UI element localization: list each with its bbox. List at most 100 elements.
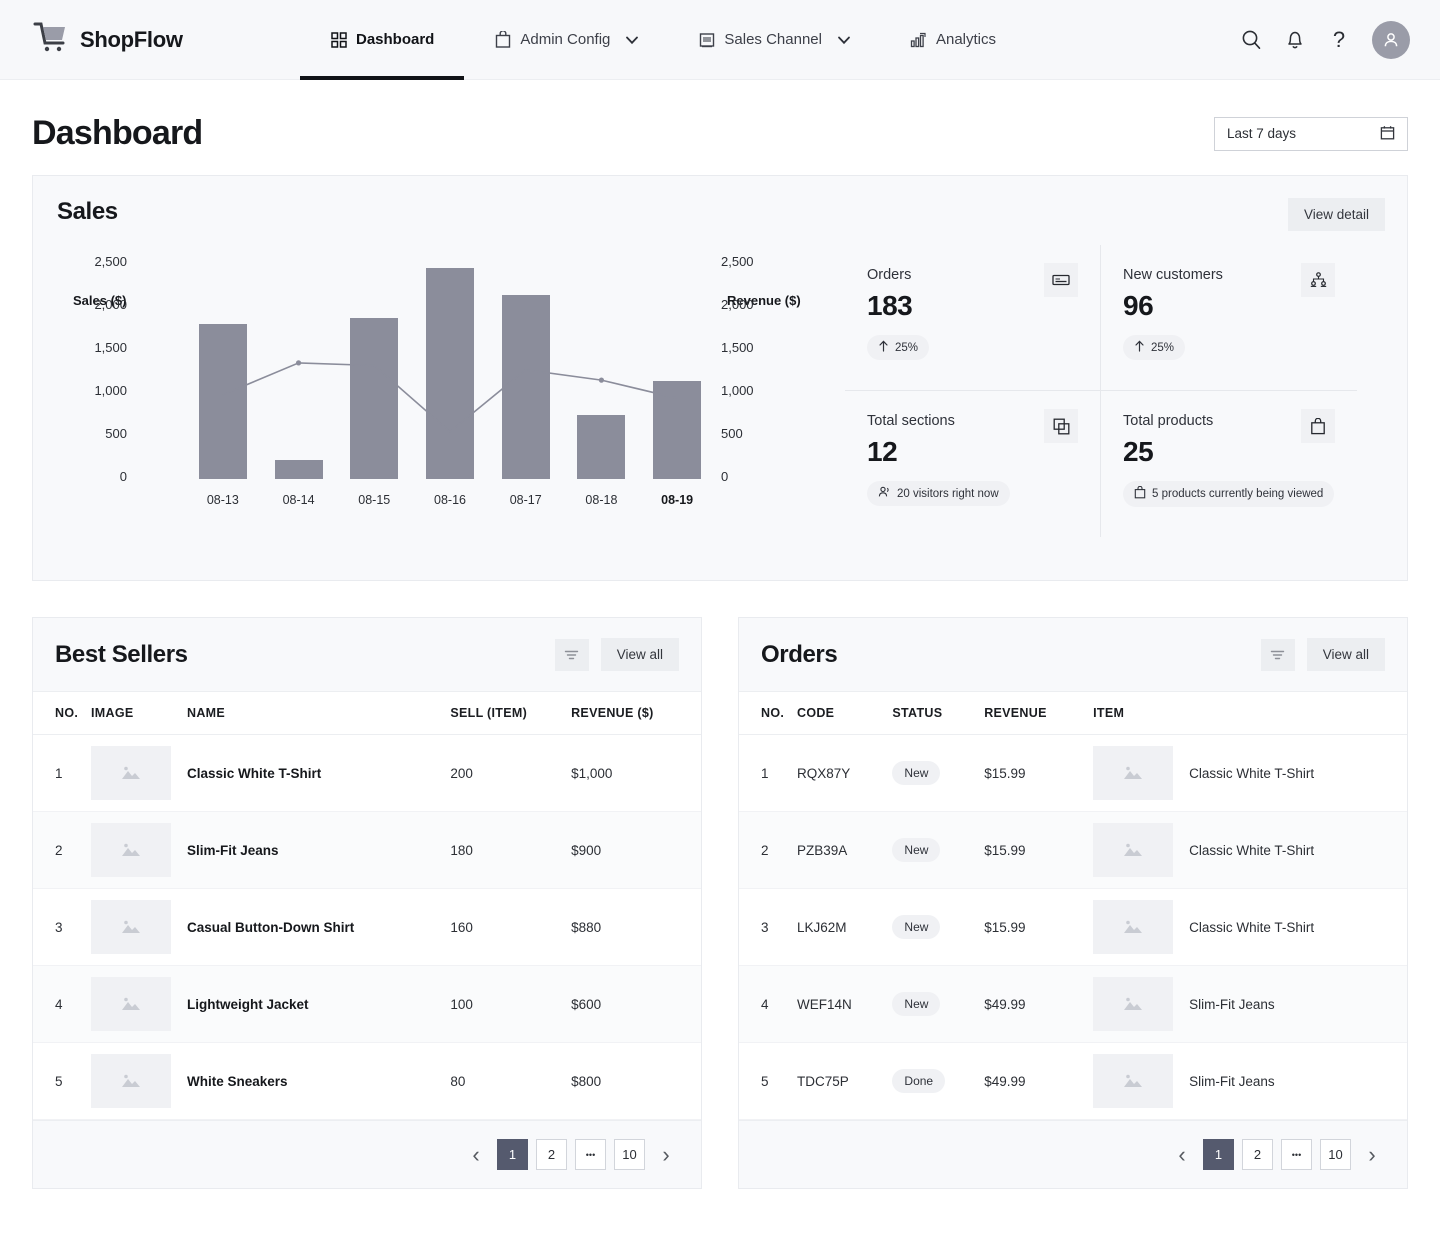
table-row[interactable]: 1 Classic White T-Shirt 200 $1,000 bbox=[33, 734, 701, 812]
column-header: NO. bbox=[739, 691, 797, 735]
nav-item-label: Sales Channel bbox=[724, 31, 822, 48]
cell-name: Slim-Fit Jeans bbox=[187, 811, 451, 889]
cell-image bbox=[91, 965, 187, 1043]
orders-pagination: ‹ 1 2 ••• 10 › bbox=[739, 1120, 1407, 1188]
stat-card-orders[interactable]: Orders 183 25% bbox=[845, 245, 1101, 391]
cell-revenue: $49.99 bbox=[984, 1042, 1094, 1120]
axis-category-label: 08-16 bbox=[434, 493, 466, 507]
axis-tick-label: 2,500 bbox=[94, 254, 127, 269]
cell-revenue: $15.99 bbox=[984, 734, 1094, 812]
status-badge: New bbox=[892, 992, 941, 1016]
pagination-prev-button[interactable]: ‹ bbox=[1169, 1142, 1195, 1168]
axis-tick-label: 1,000 bbox=[94, 383, 127, 398]
table-row[interactable]: 4 Lightweight Jacket 100 $600 bbox=[33, 965, 701, 1043]
cell-sell: 100 bbox=[450, 965, 572, 1043]
cell-sell: 200 bbox=[450, 734, 572, 812]
store-icon bbox=[698, 31, 715, 48]
cell-name: Classic White T-Shirt bbox=[187, 734, 451, 812]
pagination-next-button[interactable]: › bbox=[653, 1142, 679, 1168]
best-sellers-view-all-button[interactable]: View all bbox=[600, 638, 679, 671]
chevron-down-icon[interactable] bbox=[837, 33, 850, 46]
column-header: REVENUE bbox=[984, 691, 1094, 735]
cell-revenue: $880 bbox=[571, 888, 701, 966]
cell-item: Slim-Fit Jeans bbox=[1189, 1042, 1407, 1120]
image-placeholder-icon bbox=[1093, 900, 1174, 954]
filter-icon[interactable] bbox=[1260, 638, 1295, 671]
orders-view-all-button[interactable]: View all bbox=[1306, 638, 1385, 671]
date-range-picker[interactable]: Last 7 days bbox=[1214, 116, 1408, 151]
cell-image bbox=[1093, 734, 1190, 812]
pagination-page-button[interactable]: ••• bbox=[1281, 1139, 1312, 1170]
stat-pill: 20 visitors right now bbox=[867, 481, 1010, 506]
cell-revenue: $15.99 bbox=[984, 888, 1094, 966]
cell-name: White Sneakers bbox=[187, 1042, 451, 1120]
pagination-page-button[interactable]: 2 bbox=[536, 1139, 567, 1170]
status-badge: New bbox=[892, 761, 941, 785]
status-badge: Done bbox=[892, 1069, 946, 1093]
cell-image bbox=[1093, 965, 1190, 1043]
cell-no: 4 bbox=[33, 965, 91, 1043]
main-nav: Dashboard Admin Config Sales Channel Ana… bbox=[300, 0, 1026, 80]
cell-sell: 160 bbox=[450, 888, 572, 966]
image-placeholder-icon bbox=[1093, 977, 1174, 1031]
orders-table: NO. CODE STATUS REVENUE ITEM 1 RQX87Y New $15.9… bbox=[739, 691, 1407, 1120]
cell-no: 5 bbox=[33, 1042, 91, 1120]
view-detail-button[interactable]: View detail bbox=[1287, 198, 1385, 231]
notification-bell-icon[interactable] bbox=[1284, 29, 1306, 51]
chevron-down-icon[interactable] bbox=[625, 33, 639, 46]
axis-tick-label: 1,500 bbox=[721, 340, 754, 355]
table-row[interactable]: 1 RQX87Y New $15.99 Classic White T-Shirt bbox=[739, 734, 1407, 812]
chart-line-marker[interactable] bbox=[295, 360, 302, 366]
cell-revenue: $600 bbox=[571, 965, 701, 1043]
axis-tick-label: 1,000 bbox=[721, 383, 754, 398]
cell-item: Classic White T-Shirt bbox=[1189, 811, 1407, 889]
kpi-stats-grid: Orders 183 25% New customers 96 25% Tota… bbox=[845, 245, 1357, 537]
pagination-page-button[interactable]: ••• bbox=[575, 1139, 606, 1170]
table-row[interactable]: 5 White Sneakers 80 $800 bbox=[33, 1042, 701, 1120]
status-badge: New bbox=[892, 915, 941, 939]
search-icon[interactable] bbox=[1240, 29, 1262, 51]
avatar[interactable] bbox=[1372, 20, 1410, 59]
cell-no: 1 bbox=[739, 734, 797, 812]
image-placeholder-icon bbox=[91, 900, 171, 954]
pagination-page-button[interactable]: 1 bbox=[1203, 1139, 1234, 1170]
table-row[interactable]: 2 Slim-Fit Jeans 180 $900 bbox=[33, 811, 701, 889]
stat-pill-text: 25% bbox=[895, 341, 919, 354]
nav-item-analytics[interactable]: Analytics bbox=[880, 0, 1026, 80]
nav-item-dashboard[interactable]: Dashboard bbox=[300, 0, 465, 80]
chart-line-marker[interactable] bbox=[598, 377, 605, 383]
column-header: STATUS bbox=[892, 691, 985, 735]
axis-tick-label: 2,000 bbox=[94, 297, 127, 312]
table-row[interactable]: 2 PZB39A New $15.99 Classic White T-Shirt bbox=[739, 811, 1407, 889]
filter-icon[interactable] bbox=[554, 638, 589, 671]
pagination-page-button[interactable]: 1 bbox=[497, 1139, 528, 1170]
pagination-prev-button[interactable]: ‹ bbox=[463, 1142, 489, 1168]
orders-title: Orders bbox=[761, 640, 838, 668]
cell-item: Slim-Fit Jeans bbox=[1189, 965, 1407, 1043]
axis-tick-label: 2,500 bbox=[721, 254, 754, 269]
help-icon[interactable]: ? bbox=[1328, 28, 1350, 51]
axis-tick-label: 500 bbox=[721, 426, 743, 441]
stat-card-total-sections[interactable]: Total sections 12 20 visitors right now bbox=[845, 391, 1101, 537]
table-row[interactable]: 4 WEF14N New $49.99 Slim-Fit Jeans bbox=[739, 965, 1407, 1043]
cell-image bbox=[1093, 1042, 1190, 1120]
pagination-page-button[interactable]: 2 bbox=[1242, 1139, 1273, 1170]
cell-revenue: $15.99 bbox=[984, 811, 1094, 889]
table-row[interactable]: 3 LKJ62M New $15.99 Classic White T-Shirt bbox=[739, 888, 1407, 966]
table-row[interactable]: 3 Casual Button-Down Shirt 160 $880 bbox=[33, 888, 701, 966]
nav-actions: ? bbox=[1240, 20, 1440, 59]
stat-pill: 25% bbox=[867, 335, 930, 360]
sales-title: Sales bbox=[57, 198, 118, 225]
pagination-next-button[interactable]: › bbox=[1359, 1142, 1385, 1168]
stat-card-total-products[interactable]: Total products 25 5 products currently b… bbox=[1101, 391, 1357, 537]
brand-logo[interactable]: ShopFlow bbox=[0, 21, 300, 58]
cell-revenue: $49.99 bbox=[984, 965, 1094, 1043]
nav-item-admin-config[interactable]: Admin Config bbox=[464, 0, 668, 80]
pagination-page-button[interactable]: 10 bbox=[614, 1139, 645, 1170]
pagination-page-button[interactable]: 10 bbox=[1320, 1139, 1351, 1170]
stat-card-new-customers[interactable]: New customers 96 25% bbox=[1101, 245, 1357, 391]
nav-item-sales-channel[interactable]: Sales Channel bbox=[668, 0, 880, 80]
table-row[interactable]: 5 TDC75P Done $49.99 Slim-Fit Jeans bbox=[739, 1042, 1407, 1120]
nav-item-label: Analytics bbox=[935, 31, 997, 48]
cell-image bbox=[91, 1042, 187, 1120]
